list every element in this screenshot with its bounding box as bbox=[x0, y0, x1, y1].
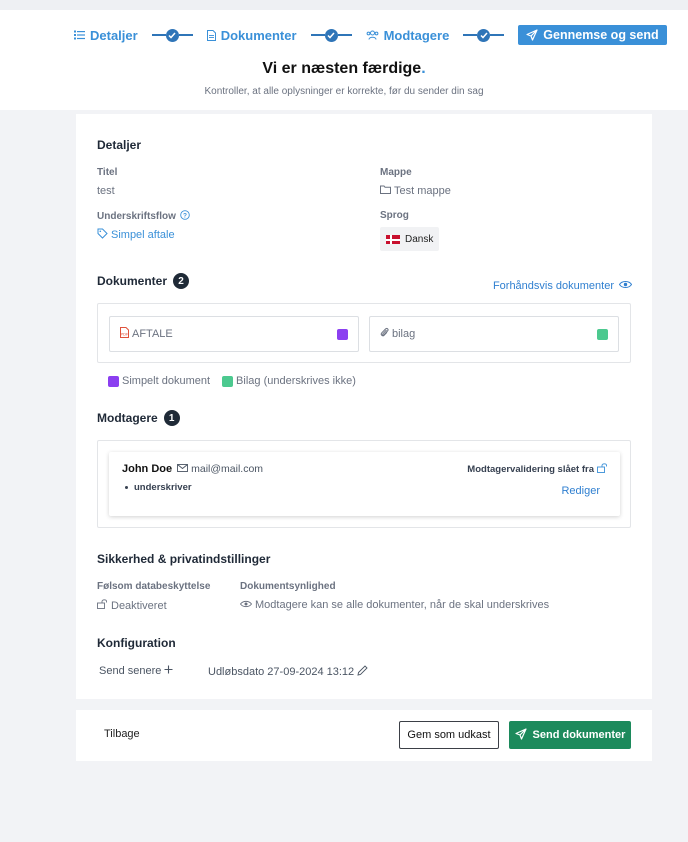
step-connector bbox=[151, 28, 193, 42]
progress-stepper: Detaljer Dokumenter Modtagere Gennemse o… bbox=[74, 24, 667, 46]
svg-text:PDF: PDF bbox=[121, 332, 130, 337]
security-heading: Sikkerhed & privatindstillinger bbox=[97, 552, 271, 566]
document-item[interactable]: bilag bbox=[369, 316, 619, 352]
document-visibility-label: Dokumentsynlighed bbox=[240, 581, 336, 592]
eye-icon bbox=[239, 599, 253, 611]
simple-document-marker bbox=[337, 329, 348, 340]
unlock-icon bbox=[97, 599, 108, 612]
paperclip-icon bbox=[380, 327, 389, 341]
preview-label: Forhåndsvis dokumenter bbox=[492, 280, 614, 292]
eye-icon bbox=[618, 280, 633, 292]
language-chip: Dansk bbox=[380, 227, 439, 251]
step-details[interactable]: Detaljer bbox=[74, 28, 138, 43]
check-icon bbox=[165, 28, 179, 42]
step-review-send-label: Gennemse og send bbox=[543, 28, 659, 42]
title-label: Titel bbox=[97, 167, 118, 178]
recipients-box: John Doe mail@mail.com underskriver Modt… bbox=[97, 440, 631, 528]
pencil-icon bbox=[357, 665, 368, 679]
send-documents-button[interactable]: Send dokumenter bbox=[509, 721, 631, 749]
documents-heading: Dokumenter 2 bbox=[97, 273, 190, 289]
documents-legend: Simpelt dokument Bilag (underskrives ikk… bbox=[108, 375, 356, 387]
preview-documents-link[interactable]: Forhåndsvis dokumenter bbox=[492, 280, 633, 292]
send-icon bbox=[526, 29, 538, 41]
document-icon bbox=[206, 29, 216, 41]
expiry-date[interactable]: Udløbsdato 27-09-2024 13:12 bbox=[208, 665, 368, 679]
send-later-button[interactable]: Send senere bbox=[99, 665, 173, 677]
configuration-heading: Konfiguration bbox=[97, 636, 176, 650]
top-strip bbox=[0, 0, 688, 10]
edit-recipient-link[interactable]: Rediger bbox=[561, 485, 600, 497]
legend-item: Simpelt dokument bbox=[108, 375, 210, 387]
send-icon bbox=[514, 727, 527, 743]
recipients-count-badge: 1 bbox=[163, 410, 180, 426]
envelope-icon bbox=[177, 463, 189, 475]
document-visibility-value: Modtagere kan se alle dokumenter, når de… bbox=[239, 599, 549, 611]
step-connector bbox=[310, 28, 352, 42]
list-icon bbox=[74, 30, 85, 40]
people-icon bbox=[366, 30, 379, 40]
svg-text:?: ? bbox=[183, 213, 187, 220]
documents-box: PDF AFTALE bilag bbox=[97, 303, 631, 363]
step-review-send[interactable]: Gennemse og send bbox=[518, 25, 667, 45]
step-details-label: Detaljer bbox=[90, 27, 138, 43]
page-title: Vi er næsten færdige. bbox=[262, 60, 426, 77]
review-card: Detaljer Titel test Mappe Test mappe Und… bbox=[76, 114, 652, 699]
folder-name: Test mappe bbox=[394, 185, 451, 197]
pdf-icon: PDF bbox=[120, 327, 129, 341]
tag-icon bbox=[97, 228, 108, 242]
step-recipients-label: Modtagere bbox=[383, 27, 450, 43]
attachment-marker bbox=[597, 329, 608, 340]
details-heading: Detaljer bbox=[97, 138, 142, 152]
flow-value[interactable]: Simpel aftale bbox=[97, 228, 175, 242]
recipient-name: John Doe mail@mail.com bbox=[122, 463, 264, 475]
folder-label: Mappe bbox=[380, 167, 412, 178]
recipient-role: underskriver bbox=[125, 482, 192, 493]
language-value: Dansk bbox=[405, 233, 434, 245]
recipient-card: John Doe mail@mail.com underskriver Modt… bbox=[109, 452, 620, 516]
flow-label: Underskriftsflow ? bbox=[97, 210, 190, 223]
data-protection-label: Følsom databeskyttelse bbox=[97, 581, 211, 592]
document-item[interactable]: PDF AFTALE bbox=[109, 316, 359, 352]
save-draft-button[interactable]: Gem som udkast bbox=[399, 721, 499, 749]
folder-icon bbox=[380, 185, 391, 197]
documents-count-badge: 2 bbox=[173, 273, 190, 289]
flow-name: Simpel aftale bbox=[111, 229, 175, 241]
step-documents-label: Dokumenter bbox=[220, 27, 297, 43]
page-subtitle: Kontroller, at alle oplysninger er korre… bbox=[204, 86, 484, 97]
document-name: AFTALE bbox=[132, 328, 173, 340]
data-protection-value: Deaktiveret bbox=[97, 599, 167, 612]
recipients-heading: Modtagere 1 bbox=[97, 410, 180, 426]
recipient-email: mail@mail.com bbox=[177, 463, 263, 475]
language-label: Sprog bbox=[380, 210, 409, 221]
title-value: test bbox=[97, 185, 115, 197]
recipient-validation-status: Modtagervalidering slået fra bbox=[467, 463, 608, 476]
legend-item: Bilag (underskrives ikke) bbox=[222, 375, 356, 387]
footer-bar: Tilbage Gem som udkast Send dokumenter bbox=[76, 710, 652, 761]
document-name: bilag bbox=[392, 328, 416, 340]
step-recipients[interactable]: Modtagere bbox=[366, 27, 450, 43]
step-connector bbox=[463, 28, 505, 42]
check-icon bbox=[324, 28, 338, 42]
plus-icon bbox=[164, 665, 173, 677]
check-icon bbox=[477, 28, 491, 42]
step-documents[interactable]: Dokumenter bbox=[206, 27, 297, 43]
folder-value: Test mappe bbox=[380, 185, 451, 197]
back-button[interactable]: Tilbage bbox=[104, 728, 140, 740]
unlock-icon bbox=[597, 463, 608, 476]
danish-flag-icon bbox=[386, 234, 400, 244]
help-icon[interactable]: ? bbox=[180, 210, 190, 223]
